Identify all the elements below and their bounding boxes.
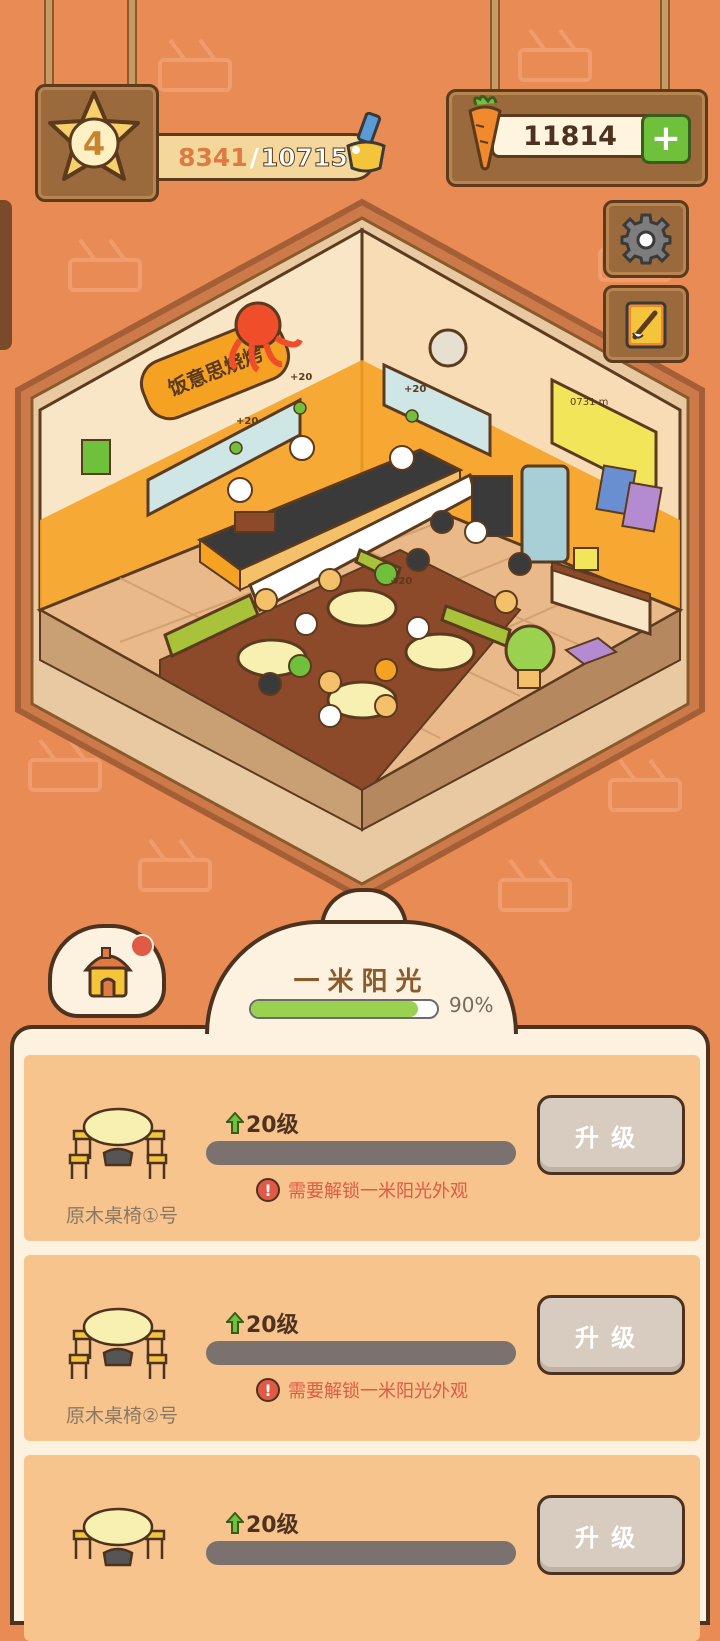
drink-icon xyxy=(346,112,386,173)
item-level: 20级 xyxy=(226,1307,299,1339)
add-carrots-button[interactable]: + xyxy=(641,114,691,164)
item-name: 原木桌椅①号 xyxy=(65,1205,179,1227)
menu-title: 0731 m xyxy=(570,397,608,408)
item-progress-bar xyxy=(206,1541,516,1565)
table-set-icon xyxy=(72,1507,166,1567)
house-icon xyxy=(82,947,134,998)
rope-right-2 xyxy=(660,0,670,95)
row-divider xyxy=(24,1441,700,1449)
warning-text: 需要解锁一米阳光外观 xyxy=(288,1181,468,1202)
svg-text:+20: +20 xyxy=(390,576,412,587)
row-divider xyxy=(24,1241,700,1249)
item-progress-bar xyxy=(206,1141,516,1165)
theme-progress-fill xyxy=(251,1001,419,1017)
warning-icon: ! xyxy=(256,1178,280,1202)
item-level-text: 20级 xyxy=(246,1313,299,1338)
carrot-icon xyxy=(468,95,502,171)
table-set-icon xyxy=(68,1307,168,1379)
theme-progress-bar xyxy=(249,999,439,1019)
player-level: 4 xyxy=(82,125,106,163)
rope-right xyxy=(490,0,500,95)
svg-text:+20: +20 xyxy=(236,416,258,427)
list-item: 原木桌椅②号 20级 ! 需要解锁一米阳光外观 升级 xyxy=(24,1255,700,1441)
item-level-text: 20级 xyxy=(246,1513,299,1538)
table-set-icon xyxy=(68,1107,168,1179)
recipe-book-icon xyxy=(625,301,667,349)
rope-left xyxy=(44,0,54,90)
upgrade-button[interactable]: 升级 xyxy=(537,1095,685,1175)
shop-house-button[interactable] xyxy=(48,924,166,1018)
item-level-text: 20级 xyxy=(246,1113,299,1138)
gear-icon xyxy=(620,213,672,265)
xp-current: 8341 xyxy=(178,142,248,172)
up-arrow-icon xyxy=(226,1312,244,1334)
list-item: 原木桌椅①号 20级 ! 需要解锁一米阳光外观 升级 xyxy=(24,1055,700,1241)
recipe-book-button[interactable] xyxy=(603,285,689,363)
up-arrow-icon xyxy=(226,1112,244,1134)
item-progress-bar xyxy=(206,1341,516,1365)
item-level: 20级 xyxy=(226,1107,299,1139)
settings-button[interactable] xyxy=(603,200,689,278)
item-level: 20级 xyxy=(226,1507,299,1539)
rope-left-2 xyxy=(127,0,137,90)
notification-dot xyxy=(130,934,154,958)
svg-text:+20: +20 xyxy=(290,372,312,383)
warning-text: 需要解锁一米阳光外观 xyxy=(288,1381,468,1402)
upgrade-button[interactable]: 升级 xyxy=(537,1495,685,1575)
up-arrow-icon xyxy=(226,1512,244,1534)
xp-max: 10715 xyxy=(260,142,348,172)
svg-text:+20: +20 xyxy=(404,384,426,395)
list-item: 20级 升级 xyxy=(24,1455,700,1641)
upgrade-panel[interactable]: 原木桌椅①号 20级 ! 需要解锁一米阳光外观 升级 原木桌椅②号 20级 ! … xyxy=(10,1025,710,1641)
xp-separator: / xyxy=(249,142,259,172)
item-name: 原木桌椅②号 xyxy=(65,1405,179,1427)
side-drawer-tab[interactable] xyxy=(0,200,12,350)
unlock-warning: ! 需要解锁一米阳光外观 xyxy=(256,1377,468,1403)
warning-icon: ! xyxy=(256,1378,280,1402)
level-badge[interactable]: 4 xyxy=(35,84,159,202)
unlock-warning: ! 需要解锁一米阳光外观 xyxy=(256,1177,468,1203)
upgrade-button[interactable]: 升级 xyxy=(537,1295,685,1375)
theme-progress-label: 90% xyxy=(449,993,494,1017)
